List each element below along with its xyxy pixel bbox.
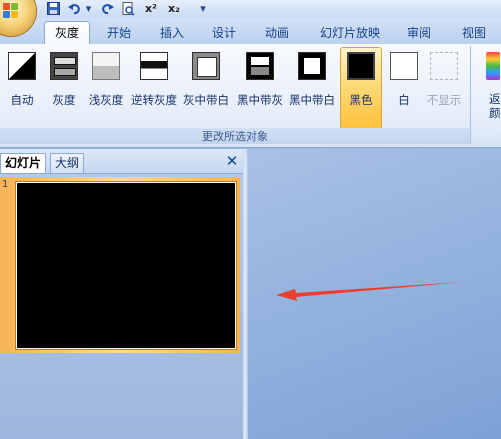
- btn-label: 黑中带白: [289, 93, 335, 107]
- white-swatch-icon: [390, 52, 418, 80]
- tab-animation[interactable]: 动画: [255, 22, 299, 44]
- tab-slideshow[interactable]: 幻灯片放映: [312, 22, 388, 44]
- slide-thumbnail-selected[interactable]: 1: [0, 177, 240, 353]
- tab-view[interactable]: 视图: [452, 22, 496, 44]
- group-separator: [470, 46, 471, 144]
- print-preview-icon[interactable]: [120, 1, 136, 16]
- btn-label: 灰中带白: [183, 93, 229, 107]
- undo-icon[interactable]: [66, 1, 82, 16]
- auto-swatch-icon: [8, 52, 36, 80]
- btn-white[interactable]: 白: [384, 48, 424, 122]
- btn-black-with-white[interactable]: 黑中带白: [289, 48, 335, 122]
- tab-insert[interactable]: 插入: [150, 22, 194, 44]
- btn-light-grayscale[interactable]: 浅灰度: [86, 48, 126, 122]
- grayscale-swatch-icon: [50, 52, 78, 80]
- red-arrow-annotation: [276, 282, 463, 301]
- btn-return-color[interactable]: 返 颜色: [478, 48, 501, 122]
- ribbon: 自动 灰度 浅灰度 逆转灰度 灰中带白 黑中带灰 黑中带白 黑色 白 不显示 返…: [0, 44, 501, 148]
- redo-icon[interactable]: [99, 1, 115, 16]
- tab-design[interactable]: 设计: [202, 22, 246, 44]
- light-grayscale-swatch-icon: [92, 52, 120, 80]
- btn-label: 逆转灰度: [131, 93, 177, 107]
- btn-gray-with-white[interactable]: 灰中带白: [183, 48, 229, 122]
- slides-pane: 幻灯片 大纲 ✕ 1: [0, 149, 244, 439]
- btn-black-with-gray[interactable]: 黑中带灰: [237, 48, 283, 122]
- black-with-white-swatch-icon: [298, 52, 326, 80]
- btn-grayscale[interactable]: 灰度: [44, 48, 84, 122]
- dont-show-swatch-icon: [430, 52, 458, 80]
- black-with-gray-swatch-icon: [246, 52, 274, 80]
- customize-toolbar-icon[interactable]: ▾: [198, 1, 208, 16]
- btn-black[interactable]: 黑色: [340, 47, 382, 129]
- btn-label: 不显示: [426, 93, 462, 107]
- btn-inverse-grayscale[interactable]: 逆转灰度: [131, 48, 177, 122]
- save-icon[interactable]: [45, 1, 61, 16]
- black-swatch-icon: [347, 52, 375, 80]
- quick-access-toolbar: ▾ x² x₂ ▾: [0, 0, 501, 18]
- tab-slides[interactable]: 幻灯片: [0, 153, 47, 173]
- color-swatch-icon: [486, 52, 500, 80]
- inverse-grayscale-swatch-icon: [140, 52, 168, 80]
- subscript-icon[interactable]: x₂: [165, 1, 183, 16]
- ribbon-tabs: 灰度 开始 插入 设计 动画 幻灯片放映 审阅 视图: [0, 18, 501, 45]
- tab-home[interactable]: 开始: [97, 22, 141, 44]
- btn-label: 黑中带灰: [237, 93, 283, 107]
- pane-tabs: 幻灯片 大纲 ✕: [0, 149, 243, 174]
- chevron-down-icon[interactable]: ▾: [84, 1, 93, 16]
- superscript-icon[interactable]: x²: [142, 1, 160, 16]
- office-logo-icon: [3, 3, 19, 19]
- gray-with-white-swatch-icon: [192, 52, 220, 80]
- group-label: 更改所选对象: [0, 128, 470, 144]
- close-icon[interactable]: ✕: [224, 153, 240, 169]
- btn-dont-show: 不显示: [424, 48, 464, 122]
- btn-auto[interactable]: 自动: [2, 48, 42, 122]
- slide-number: 1: [2, 179, 9, 190]
- slide-thumbnail[interactable]: [16, 182, 236, 349]
- tab-review[interactable]: 审阅: [397, 22, 441, 44]
- tab-grayscale[interactable]: 灰度: [44, 21, 90, 45]
- tab-outline[interactable]: 大纲: [50, 153, 85, 173]
- slide-editing-area[interactable]: [248, 149, 501, 439]
- btn-label: 返 颜色: [489, 92, 501, 120]
